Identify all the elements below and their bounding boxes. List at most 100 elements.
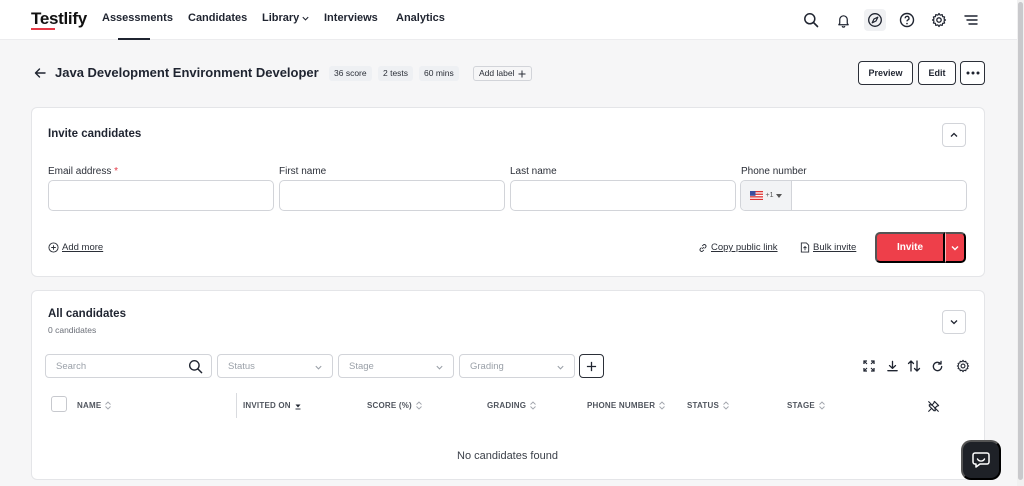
search-icon[interactable] [188,359,203,374]
help-icon[interactable] [896,9,918,31]
stage-filter-select[interactable]: Stage [338,354,454,378]
nav-library-label: Library [262,12,300,24]
first-name-field[interactable] [279,180,505,211]
preview-button[interactable]: Preview [858,61,913,85]
copy-public-link-text: Copy public link [711,242,778,253]
grading-filter-value: Grading [470,361,504,372]
column-phone-label: PHONE NUMBER [587,401,656,410]
invite-button[interactable]: Invite [875,232,945,263]
phone-label: Phone number [741,166,807,177]
column-grading-label: GRADING [487,401,527,410]
logo-underline [31,28,55,30]
menu-icon[interactable] [960,9,982,31]
compass-icon[interactable] [864,9,886,31]
search-placeholder: Search [56,361,87,372]
nav-assessments[interactable]: Assessments [102,12,173,24]
column-divider [236,393,237,418]
download-icon[interactable] [884,358,900,374]
us-flag-icon [749,191,763,200]
expand-icon[interactable] [861,358,877,374]
email-field[interactable] [48,180,274,211]
plus-icon [518,70,526,77]
plus-icon [586,361,597,371]
column-invited-on-label: INVITED ON [243,401,291,410]
empty-state-text: No candidates found [457,450,558,462]
scrollbar-thumb[interactable] [1018,2,1023,480]
column-header-grading[interactable]: GRADING [487,401,537,410]
unpin-icon[interactable] [925,398,941,414]
add-more-text: Add more [62,242,104,253]
collapse-candidates-button[interactable] [942,310,966,334]
grading-filter-select[interactable]: Grading [459,354,575,378]
status-filter-select[interactable]: Status [217,354,333,378]
chevron-down-icon [436,365,443,370]
column-header-name[interactable]: NAME [77,401,112,410]
column-score-label: SCORE (%) [367,401,412,410]
required-marker: * [114,166,119,177]
status-filter-value: Status [228,361,255,372]
invite-options-button[interactable] [945,232,966,263]
add-label-button[interactable]: Add label [473,66,533,81]
country-code: +1 [765,192,774,199]
invite-title: Invite candidates [48,128,142,140]
logo[interactable]: Testlify [31,9,87,29]
sort-arrows-icon [530,401,537,410]
add-more-link[interactable]: Add more [48,242,103,253]
chat-bubble-icon [972,452,990,468]
bell-icon[interactable] [832,9,854,31]
page-title: Java Development Environment Developer [55,65,319,80]
bulk-invite-text: Bulk invite [813,242,857,253]
more-dots-icon [966,71,979,75]
plus-circle-icon [48,242,59,253]
column-status-label: STATUS [687,401,720,410]
sort-arrows-icon [105,401,112,410]
chevron-down-icon [950,320,958,325]
candidates-title: All candidates [48,308,126,320]
search-icon[interactable] [800,9,822,31]
column-stage-label: STAGE [787,401,815,410]
file-upload-icon [800,242,810,253]
top-navigation: Testlify Assessments Candidates Library … [0,0,1017,40]
nav-interviews[interactable]: Interviews [324,12,378,24]
column-header-phone[interactable]: PHONE NUMBER [587,401,666,410]
copy-public-link[interactable]: Copy public link [698,242,778,253]
chevron-down-icon [315,365,322,370]
edit-button[interactable]: Edit [918,61,956,85]
settings-icon[interactable] [955,358,971,374]
bulk-invite-link[interactable]: Bulk invite [800,242,856,253]
column-header-status[interactable]: STATUS [687,401,729,410]
more-options-button[interactable] [960,61,985,85]
email-label: Email address * [48,166,118,177]
select-all-checkbox[interactable] [51,396,67,412]
gear-icon[interactable] [928,9,950,31]
link-icon [699,243,707,252]
caret-down-icon [776,193,783,198]
column-name-label: NAME [77,401,102,410]
nav-active-indicator [118,38,150,40]
sort-arrows-icon [723,401,729,410]
sort-desc-icon [295,404,301,410]
stage-filter-value: Stage [349,361,374,372]
back-arrow-icon[interactable] [33,66,47,80]
chat-support-button[interactable] [961,440,1001,480]
column-header-score[interactable]: SCORE (%) [367,401,422,410]
country-code-select[interactable]: +1 [741,181,792,210]
candidates-count: 0 candidates [48,325,97,335]
last-name-label: Last name [510,166,557,177]
refresh-icon[interactable] [929,358,945,374]
nav-analytics[interactable]: Analytics [396,12,445,24]
column-header-invited-on[interactable]: INVITED ON [243,401,301,410]
nav-library[interactable]: Library [262,12,310,24]
collapse-invite-button[interactable] [942,123,966,147]
add-filter-button[interactable] [579,354,604,378]
column-header-stage[interactable]: STAGE [787,401,825,410]
tests-badge: 2 tests [378,66,414,81]
chevron-down-icon [951,245,959,250]
duration-badge: 60 mins [419,66,459,81]
search-input[interactable]: Search [45,354,212,378]
sort-icon[interactable] [906,358,922,374]
first-name-label: First name [279,166,327,177]
last-name-field[interactable] [510,180,736,211]
nav-candidates[interactable]: Candidates [188,12,247,24]
chevron-up-icon [950,132,958,137]
